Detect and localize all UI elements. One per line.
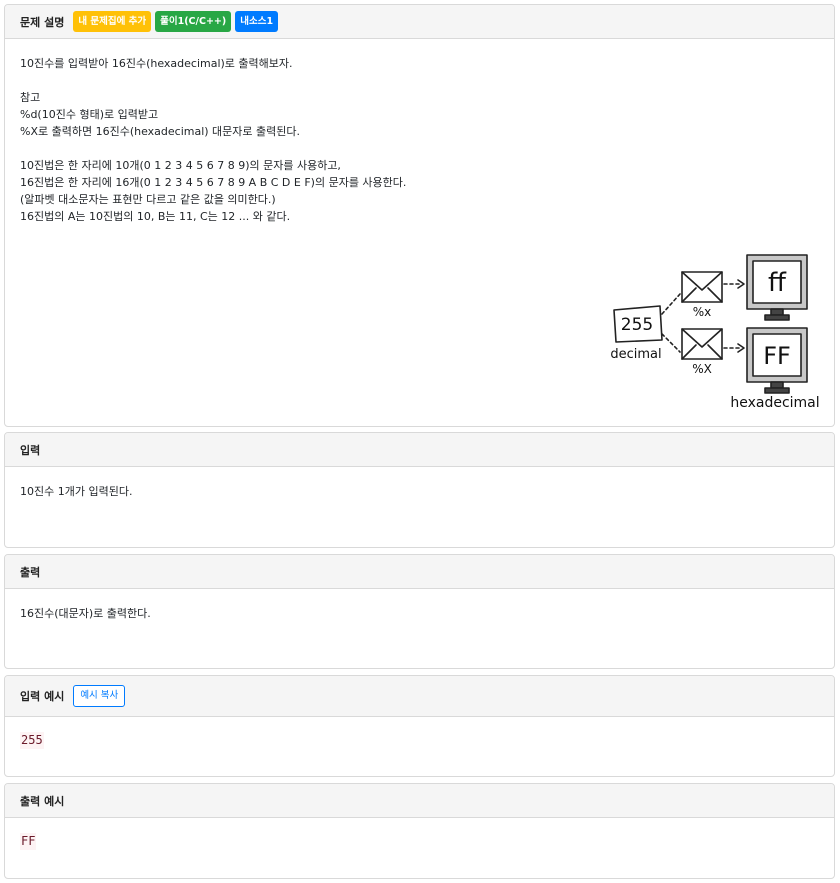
sample-input-body: 255	[5, 717, 834, 765]
problem-description-title: 문제 설명	[20, 15, 65, 29]
description-line	[20, 72, 819, 89]
sample-output-value: FF	[20, 833, 37, 850]
decimal-to-hex-illustration: 255 decimal %x %X ff FF hexadecimal	[610, 254, 820, 411]
sample-input-title: 입력 예시	[20, 690, 65, 703]
add-to-my-list-button[interactable]: 내 문제집에 추가	[73, 11, 152, 32]
sample-input-header: 입력 예시 예시 복사	[5, 676, 834, 717]
lower-format-label: %x	[693, 305, 712, 319]
dashed-arrow-up	[661, 293, 681, 315]
envelope-icon	[681, 271, 723, 303]
input-title: 입력	[20, 443, 41, 457]
decimal-value: 255	[621, 315, 653, 335]
dashed-arrow-down	[661, 333, 681, 353]
description-line: %X로 출력하면 16진수(hexadecimal) 대문자로 출력된다.	[20, 125, 301, 138]
sample-output-card: 출력 예시 FF	[4, 783, 835, 879]
input-header: 입력	[5, 433, 834, 467]
my-source-button[interactable]: 내소스1	[235, 11, 279, 32]
sample-input-value: 255	[20, 732, 44, 749]
output-header: 출력	[5, 555, 834, 589]
input-card: 입력 10진수 1개가 입력된다.	[4, 432, 835, 548]
description-line: 16진법의 A는 10진법의 10, B는 11, C는 12 ... 와 같다…	[20, 210, 291, 223]
description-line	[20, 140, 819, 157]
upper-format-label: %X	[692, 362, 712, 376]
description-line: 16진법은 한 자리에 16개(0 1 2 3 4 5 6 7 8 9 A B …	[20, 176, 407, 189]
problem-description-header: 문제 설명 내 문제집에 추가 풀이1(C/C++) 내소스1	[5, 5, 834, 39]
upper-result: FF	[763, 342, 791, 370]
output-text: 16진수(대문자)로 출력한다.	[20, 607, 151, 620]
envelope-icon	[681, 328, 723, 360]
hex-label: hexadecimal	[730, 395, 819, 411]
lower-result: ff	[768, 268, 787, 298]
output-body: 16진수(대문자)로 출력한다.	[5, 589, 834, 638]
sample-output-header: 출력 예시	[5, 784, 834, 818]
description-line: (알파벳 대소문자는 표현만 다르고 같은 값을 의미한다.)	[20, 193, 276, 206]
solution-button[interactable]: 풀이1(C/C++)	[155, 11, 232, 32]
description-line: 참고	[20, 91, 41, 104]
sample-output-body: FF	[5, 818, 834, 866]
description-line: %d(10진수 형태)로 입력받고	[20, 108, 159, 121]
input-body: 10진수 1개가 입력된다.	[5, 467, 834, 516]
copy-sample-button[interactable]: 예시 복사	[73, 685, 126, 707]
problem-description-body: 10진수를 입력받아 16진수(hexadecimal)로 출력해보자. 참고 …	[5, 39, 834, 241]
description-line: 10진수를 입력받아 16진수(hexadecimal)로 출력해보자.	[20, 57, 293, 70]
sample-input-card: 입력 예시 예시 복사 255	[4, 675, 835, 777]
description-line: 10진법은 한 자리에 10개(0 1 2 3 4 5 6 7 8 9)의 문자…	[20, 159, 341, 172]
sample-output-title: 출력 예시	[20, 794, 65, 808]
output-card: 출력 16진수(대문자)로 출력한다.	[4, 554, 835, 669]
output-title: 출력	[20, 565, 41, 579]
decimal-label: decimal	[610, 347, 661, 362]
input-text: 10진수 1개가 입력된다.	[20, 485, 133, 498]
